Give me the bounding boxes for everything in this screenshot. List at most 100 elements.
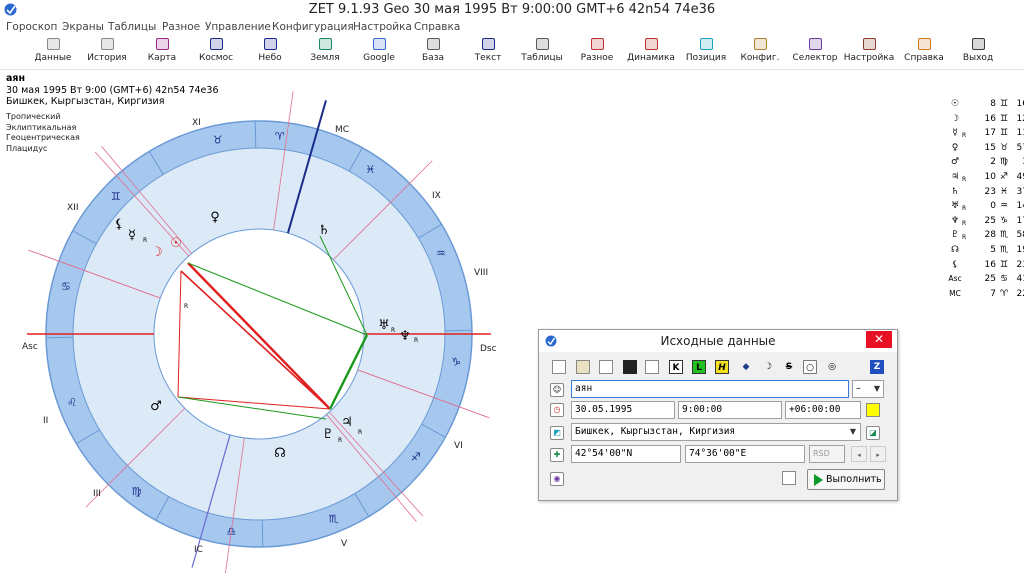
window-title: ZET 9.1.93 Geo 30 мая 1995 Вт 9:00:00 GM… bbox=[308, 2, 716, 17]
planet-symbol: ☽ bbox=[950, 113, 960, 124]
zodiac-sign-glyph: ♊ bbox=[111, 190, 121, 203]
name-input[interactable]: аян bbox=[571, 380, 849, 398]
toolbar-google-button[interactable]: Google bbox=[350, 36, 408, 68]
menu-screens[interactable]: Экраны bbox=[62, 21, 104, 33]
moon-phase-icon[interactable]: ☽ bbox=[761, 360, 775, 374]
new-document-icon[interactable] bbox=[599, 360, 613, 374]
planet-table-row: ♅R 0♒ 14 bbox=[948, 199, 1024, 214]
globe-icon: ◩ bbox=[550, 426, 564, 440]
k-tool-button[interactable]: K bbox=[669, 360, 683, 374]
map-icon[interactable]: ◪ bbox=[866, 426, 880, 440]
planet-glyph: ♅ bbox=[378, 318, 390, 333]
toolbar-exit-button[interactable]: Выход bbox=[949, 36, 1007, 68]
planet-symbol: ♂ bbox=[950, 157, 960, 168]
right-arrow-icon[interactable]: ▸ bbox=[870, 446, 886, 462]
latitude-input[interactable]: 42°54'00"N bbox=[571, 445, 681, 463]
longitude-input[interactable]: 74°36'00"E bbox=[685, 445, 805, 463]
degree-value: 16 bbox=[984, 259, 996, 270]
menu-tables[interactable]: Таблицы bbox=[108, 21, 156, 33]
minute-value: 58 bbox=[1016, 230, 1024, 241]
toolbar-help-button[interactable]: Справка bbox=[895, 36, 953, 68]
selector-small-icon[interactable]: ◉ bbox=[550, 472, 564, 486]
menu-misc[interactable]: Разное bbox=[162, 21, 200, 33]
menu-horoscope[interactable]: Гороскоп bbox=[6, 21, 57, 33]
planet-symbol: ♀ bbox=[951, 142, 959, 153]
retro-mark bbox=[962, 144, 970, 159]
menu-settings[interactable]: Настройка bbox=[353, 21, 412, 33]
toolbar-history-button[interactable]: История bbox=[78, 36, 136, 68]
sign-symbol: ♉ bbox=[999, 142, 1009, 153]
planet-table-row: ⚸ 16♊ 23 bbox=[948, 258, 1024, 273]
place-chevron-down-icon[interactable]: ▼ bbox=[846, 423, 860, 441]
degree-value: 25 bbox=[984, 274, 996, 285]
retro-mark bbox=[962, 261, 970, 276]
planet-glyph: ☉ bbox=[170, 236, 182, 251]
paste-tool-icon[interactable] bbox=[576, 360, 590, 374]
planet-glyph: ♇ bbox=[322, 427, 334, 442]
radio-option-2-icon[interactable]: ◎ bbox=[825, 360, 839, 374]
planet-glyph: ♀ bbox=[210, 210, 220, 225]
chart-label: VI bbox=[454, 441, 463, 451]
degree-value: 10 bbox=[984, 171, 996, 182]
zodiac-sign-glyph: ♏ bbox=[329, 513, 339, 526]
toolbar-chart-button[interactable]: Карта bbox=[133, 36, 191, 68]
menu-help[interactable]: Справка bbox=[414, 21, 460, 33]
settings-icon bbox=[862, 38, 876, 50]
toolbar-tables-button[interactable]: Таблицы bbox=[513, 36, 571, 68]
chart-label: II bbox=[43, 416, 48, 426]
chevron-down-icon[interactable]: ▼ bbox=[870, 380, 884, 398]
z-tool-button[interactable]: Z bbox=[870, 360, 884, 374]
zodiac-sign-glyph: ♐ bbox=[411, 451, 421, 464]
toolbar-sky-button[interactable]: Небо bbox=[241, 36, 299, 68]
toolbar-dynamics-button[interactable]: Динамика bbox=[622, 36, 680, 68]
left-arrow-icon[interactable]: ◂ bbox=[851, 446, 867, 462]
calendar-tool-icon[interactable] bbox=[645, 360, 659, 374]
s-tool-button[interactable]: S bbox=[782, 360, 796, 374]
toolbar-misc-button[interactable]: Разное bbox=[568, 36, 626, 68]
planet-symbol: ⚸ bbox=[951, 259, 959, 270]
place-input[interactable]: Бишкек, Кыргызстан, Киргизия bbox=[571, 423, 861, 441]
planet-symbol: Asc bbox=[948, 274, 962, 284]
timezone-color-swatch[interactable] bbox=[866, 403, 880, 417]
radio-option-1-icon[interactable]: ○ bbox=[803, 360, 817, 374]
copy-tool-icon[interactable] bbox=[552, 360, 566, 374]
toolbar-selector-button[interactable]: Селектор bbox=[786, 36, 844, 68]
degree-value: 25 bbox=[984, 215, 996, 226]
toolbar-settings-button[interactable]: Настройка bbox=[840, 36, 898, 68]
toolbar-data-button[interactable]: Данные bbox=[24, 36, 82, 68]
h-tool-button[interactable]: H bbox=[715, 360, 729, 374]
toolbar-cosmos-button[interactable]: Космос bbox=[187, 36, 245, 68]
timezone-input[interactable]: +06:00:00 bbox=[785, 401, 861, 419]
planet-glyph: ♄ bbox=[318, 223, 330, 238]
planet-glyph: ☊ bbox=[274, 446, 286, 461]
sign-symbol: ♊ bbox=[999, 99, 1009, 109]
minute-value: 23 bbox=[1016, 259, 1024, 270]
planet-positions-table: ☉8♊16☽16♊12☿R17♊11♀15♉57♂2♍3♃R10♐49♄23♓3… bbox=[948, 97, 1024, 301]
dialog-title-bar[interactable]: Исходные данные ✕ bbox=[539, 330, 897, 352]
chart-label: III bbox=[93, 489, 101, 499]
copy-coords-icon[interactable] bbox=[782, 471, 796, 485]
misc-icon bbox=[590, 38, 604, 50]
degree-value: 23 bbox=[984, 186, 996, 197]
dialog-close-button[interactable]: ✕ bbox=[866, 331, 892, 348]
time-input[interactable]: 9:00:00 bbox=[678, 401, 782, 419]
horoscope-wheel[interactable]: ♉♈♓♒♑♐♏♎♍♌♋♊ ☉☽☿♀♂♃♄♅♆♇☊⚸RRRRRRAscDscMCI… bbox=[0, 70, 540, 573]
toolbar-config-button[interactable]: Конфиг. bbox=[731, 36, 789, 68]
l-tool-button[interactable]: L bbox=[692, 360, 706, 374]
degree-value: 15 bbox=[984, 142, 996, 153]
menu-control[interactable]: Управление bbox=[205, 21, 271, 33]
run-button[interactable]: Выполнить bbox=[807, 469, 885, 490]
sign-symbol: ♑ bbox=[999, 215, 1009, 226]
degree-value: 2 bbox=[990, 157, 996, 168]
chart-label: IX bbox=[432, 191, 441, 201]
save-disk-icon[interactable] bbox=[623, 360, 637, 374]
toolbar-database-button[interactable]: База bbox=[404, 36, 462, 68]
minute-value: 19 bbox=[1016, 244, 1024, 255]
dialog-text-tool-icon[interactable]: ◆ bbox=[739, 360, 753, 374]
zodiac-sign-glyph: ♈ bbox=[275, 130, 285, 143]
menu-configuration[interactable]: Конфигурация bbox=[272, 21, 354, 33]
toolbar-text-button[interactable]: Текст bbox=[459, 36, 517, 68]
toolbar-position-button[interactable]: Позиция bbox=[677, 36, 735, 68]
toolbar-earth-button[interactable]: Земля bbox=[296, 36, 354, 68]
date-input[interactable]: 30.05.1995 bbox=[571, 401, 675, 419]
